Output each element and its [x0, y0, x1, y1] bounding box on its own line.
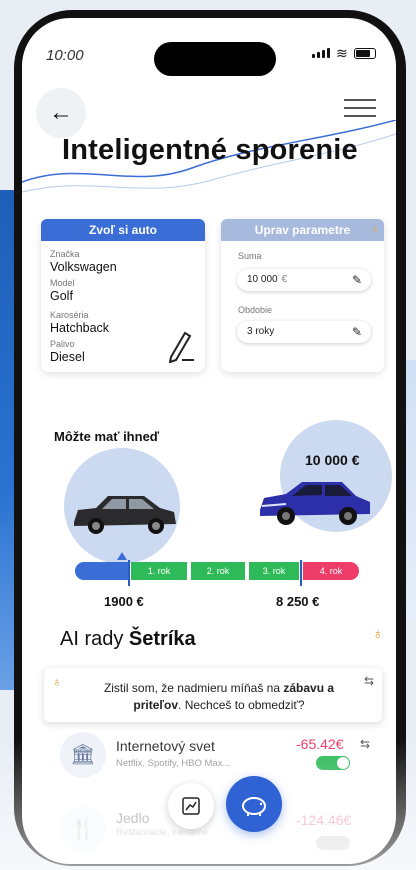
parameters-card: Uprav parametre ♁ Suma 10 000 € ✎ Obdobie…	[221, 219, 384, 372]
field-value-body: Hatchback	[50, 321, 110, 335]
progress-segment-3: 3. rok	[249, 562, 299, 580]
menu-line	[344, 115, 376, 117]
expense-row[interactable]: 🍴 Jedlo Reštaurácie, kaviarne -124.46€	[44, 800, 384, 852]
progress-segment-4: 4. rok	[303, 562, 359, 580]
progress-current	[75, 562, 129, 580]
suma-currency: €	[281, 274, 288, 285]
field-label-fuel: Palivo	[50, 339, 75, 349]
ai-title-prefix: AI rady	[60, 628, 129, 650]
field-label-model: Model	[50, 278, 75, 288]
expense-amount: -65.42€	[296, 736, 344, 752]
field-label-brand: Značka	[50, 249, 80, 259]
start-amount: 1900 €	[104, 594, 144, 609]
edit-icon[interactable]: ✎	[352, 269, 362, 291]
end-amount: 8 250 €	[276, 594, 320, 609]
progress-marker-end	[300, 560, 302, 586]
progress-marker-start	[128, 560, 130, 586]
expense-title: Jedlo	[116, 810, 150, 826]
notch	[154, 42, 276, 76]
progress-segment-2: 2. rok	[191, 562, 245, 580]
savings-nav-button[interactable]	[226, 776, 282, 832]
location-pin-icon: ♁	[370, 221, 380, 236]
menu-button[interactable]	[344, 93, 376, 121]
edit-icon[interactable]: ✎	[352, 321, 362, 343]
progress-pointer	[117, 552, 127, 560]
suma-value: 10 000	[247, 274, 278, 285]
edit-pen-icon[interactable]	[165, 329, 195, 363]
suma-field[interactable]: 10 000 € ✎	[237, 269, 371, 291]
expense-row[interactable]: 🏛 Internetový svet Netflix, Spotify, HBO…	[44, 726, 384, 786]
expense-toggle[interactable]	[316, 836, 350, 850]
location-pin-icon: ♁	[372, 626, 384, 643]
available-now-label: Môžte mať ihneď	[54, 429, 160, 444]
obdobie-value: 3 roky	[247, 326, 275, 337]
goal-amount: 10 000 €	[305, 452, 360, 468]
chart-icon	[182, 797, 200, 815]
new-car-image	[260, 482, 370, 525]
chart-nav-button[interactable]	[168, 783, 214, 829]
swap-arrows-icon[interactable]: ⇆	[360, 737, 370, 751]
field-value-fuel: Diesel	[50, 350, 85, 364]
obdobie-field[interactable]: 3 roky ✎	[237, 321, 371, 343]
status-icons: ≋	[312, 46, 376, 60]
tip-text-part: . Nechceš to obmedziť?	[178, 698, 305, 712]
ai-title-bold: Šetríka	[128, 628, 196, 650]
expense-amount: -124.46€	[296, 812, 352, 828]
location-pin-icon: ♁	[52, 674, 62, 689]
expense-title: Internetový svet	[116, 738, 215, 754]
menu-line	[344, 99, 376, 101]
param-card-title: Uprav parametre	[221, 219, 384, 241]
back-arrow-icon: ←	[49, 99, 73, 126]
status-time: 10:00	[46, 47, 84, 64]
wifi-icon: ≋	[336, 45, 348, 61]
back-button[interactable]: ←	[36, 88, 86, 138]
ai-section-title: AI rady Šetríka	[60, 628, 196, 651]
car-card-title: Zvoľ si auto	[41, 219, 205, 241]
car-selection-card[interactable]: Zvoľ si auto Značka Volkswagen Model Gol…	[41, 219, 205, 372]
swap-arrows-icon[interactable]: ⇆	[364, 674, 374, 688]
suma-label: Suma	[238, 251, 262, 261]
ai-tip-card[interactable]: ♁ ⇆ Zistil som, že nadmieru míňaš na záb…	[44, 668, 382, 722]
field-value-model: Golf	[50, 289, 73, 303]
old-car-image	[74, 496, 176, 534]
field-label-body: Karoséria	[50, 310, 89, 320]
obdobie-label: Obdobie	[238, 305, 273, 315]
field-value-brand: Volkswagen	[50, 260, 117, 274]
ai-tip-text: Zistil som, že nadmieru míňaš na zábavu …	[84, 680, 354, 714]
battery-icon	[353, 47, 376, 59]
expense-subtitle: Netflix, Spotify, HBO Max...	[116, 758, 231, 769]
tip-text-part: Zistil som, že nadmieru míňaš na	[103, 681, 284, 695]
food-icon: 🍴	[60, 806, 106, 852]
bank-icon: 🏛	[60, 732, 106, 778]
page-title: Inteligentné sporenie	[62, 134, 358, 166]
piggy-bank-icon	[242, 796, 266, 816]
signal-icon	[312, 48, 330, 58]
progress-segment-1: 1. rok	[131, 562, 187, 580]
menu-line	[344, 107, 376, 109]
expense-toggle[interactable]	[316, 756, 350, 770]
